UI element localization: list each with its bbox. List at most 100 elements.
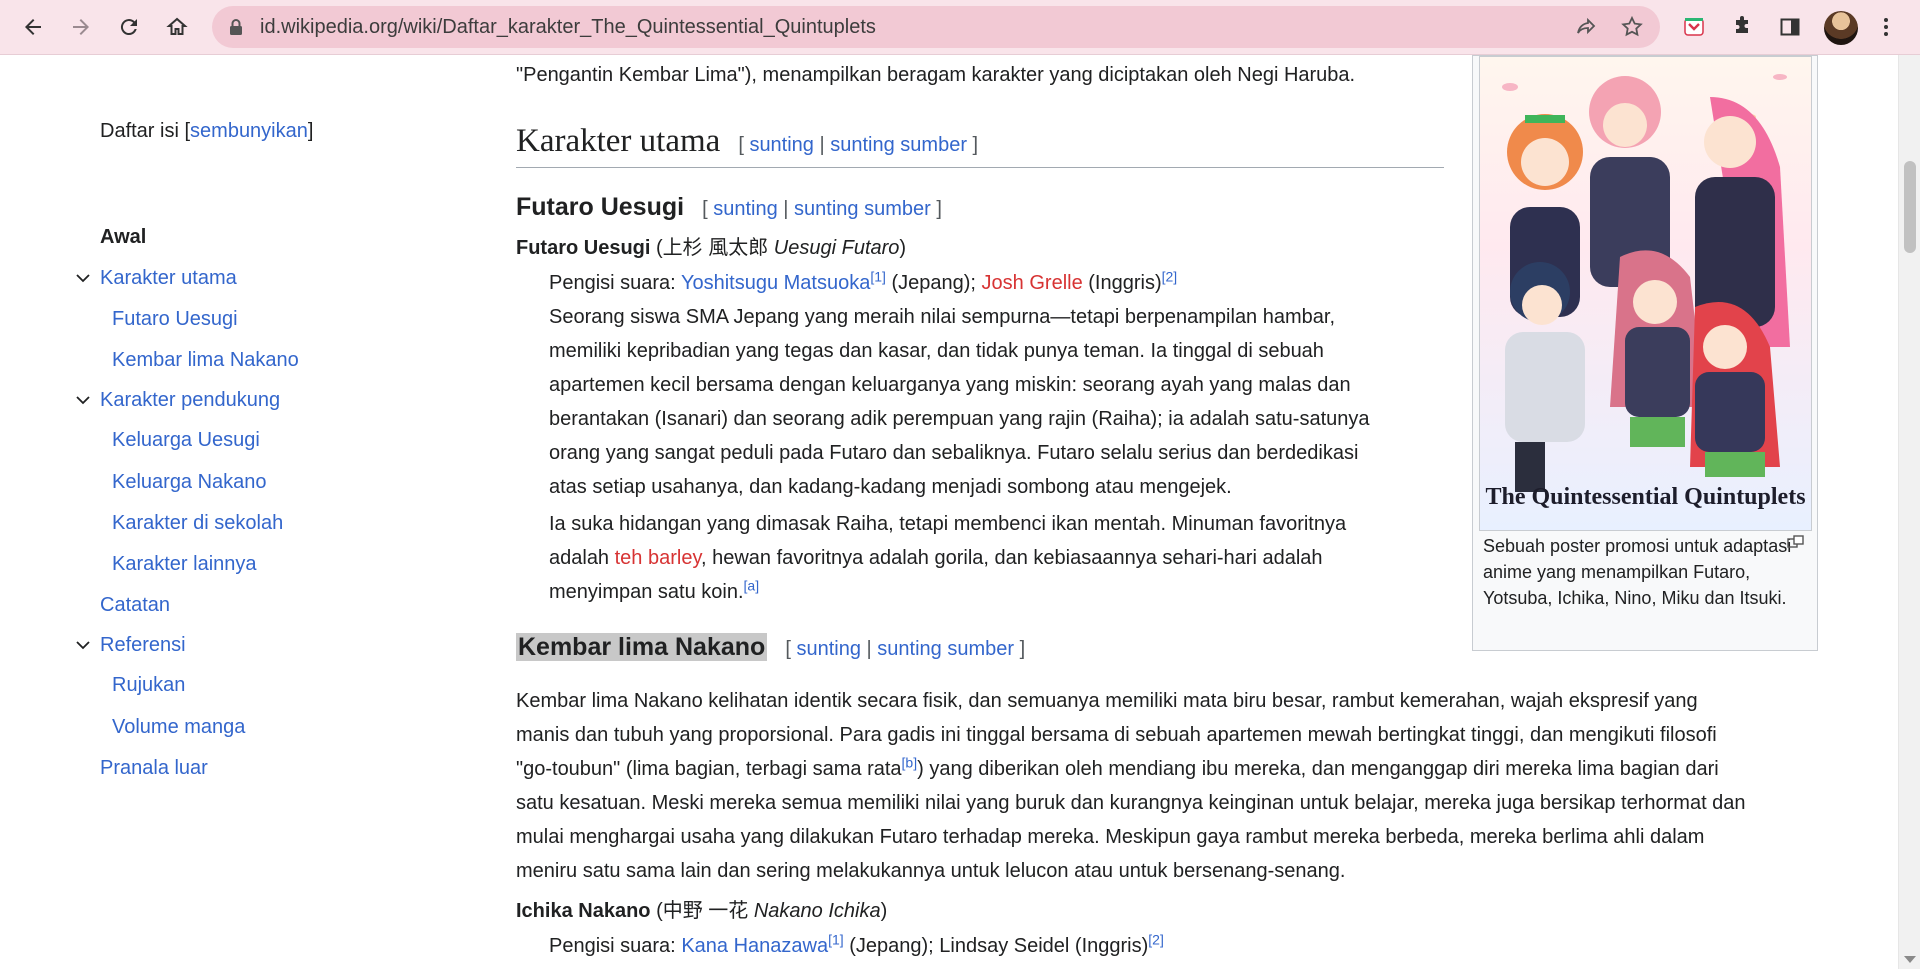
va-label: Pengisi suara:	[549, 272, 676, 294]
scroll-down-arrow-icon[interactable]	[1904, 956, 1916, 963]
text-line: berantakan (Isanari) dan seorang adik pe…	[549, 408, 1370, 430]
text-line: menyimpan satu koin.[a]	[549, 575, 1346, 609]
text-line: meniru satu sama lain dan sering melakuk…	[516, 860, 1346, 882]
share-icon[interactable]	[1574, 15, 1598, 39]
ref-link[interactable]: [1]	[870, 268, 886, 284]
kebab-menu-icon	[1884, 18, 1888, 36]
edit-link[interactable]: sunting	[713, 198, 778, 220]
toc-item-pranala-luar[interactable]: Pranala luar	[100, 757, 208, 780]
ref-link[interactable]: [2]	[1148, 931, 1164, 947]
home-icon	[166, 17, 188, 35]
teh-barley-link[interactable]: teh barley	[615, 547, 701, 569]
pocket-extension-icon	[1684, 18, 1704, 36]
toc-item-awal[interactable]: Awal	[100, 226, 146, 249]
section-title: Karakter utama	[516, 123, 721, 159]
reload-icon	[120, 19, 137, 36]
browser-toolbar: id.wikipedia.org/wiki/Daftar_karakter_Th…	[0, 0, 1920, 55]
va-jp-link[interactable]: Kana Hanazawa	[681, 935, 828, 957]
anime-poster-image[interactable]: The Quintessential Quintuplets	[1479, 56, 1812, 531]
text-span: "go-toubun" (lima bagian, terbagi sama r…	[516, 758, 902, 780]
toc-item-karakter-di-sekolah[interactable]: Karakter di sekolah	[112, 512, 283, 535]
profile-avatar[interactable]	[1824, 11, 1858, 45]
toc-item-catatan[interactable]: Catatan	[100, 594, 170, 617]
text-line: manis dan tubuh yang proporsional. Para …	[516, 724, 1717, 746]
va-jp-link[interactable]: Yoshitsugu Matsuoka	[681, 272, 870, 294]
toc-item-keluarga-nakano[interactable]: Keluarga Nakano	[112, 471, 267, 494]
nakano-description: Kembar lima Nakano kelihatan identik sec…	[516, 684, 1886, 888]
toc-header: Daftar isi [sembunyikan]	[100, 120, 314, 142]
text-span: menyimpan satu koin.	[549, 581, 744, 603]
reload-button[interactable]	[109, 7, 149, 47]
side-panel-button[interactable]	[1770, 7, 1810, 47]
side-panel-icon	[1780, 18, 1800, 36]
bookmark-star-icon[interactable]	[1620, 15, 1644, 39]
toc-item-karakter-utama[interactable]: Karakter utama	[100, 267, 237, 290]
toc-item-volume-manga[interactable]: Volume manga	[112, 716, 245, 739]
character-name: Futaro Uesugi	[516, 237, 651, 259]
toc-item-futaro-uesugi[interactable]: Futaro Uesugi	[112, 308, 238, 331]
note-link[interactable]: [b]	[902, 754, 918, 770]
toc-title: Daftar isi	[100, 120, 179, 142]
romaji-name: Uesugi Futaro	[773, 237, 900, 259]
toc-item-kembar-lima-nakano[interactable]: Kembar lima Nakano	[112, 349, 299, 372]
text-line: apartemen kecil bersama dengan keluargan…	[549, 374, 1351, 396]
chevron-down-icon[interactable]	[74, 391, 92, 409]
home-button[interactable]	[157, 7, 197, 47]
edit-section: [ sunting | sunting sumber ]	[785, 638, 1026, 660]
scrollbar-thumb[interactable]	[1904, 161, 1916, 253]
text-line: "go-toubun" (lima bagian, terbagi sama r…	[516, 752, 1886, 786]
text-line: atas setiap usahanya, dan kadang-kadang …	[549, 476, 1232, 498]
futaro-description: Seorang siswa SMA Jepang yang meraih nil…	[549, 300, 1370, 504]
toc-item-karakter-lainnya[interactable]: Karakter lainnya	[112, 553, 257, 576]
chevron-down-icon[interactable]	[74, 636, 92, 654]
text-span: (Jepang); Lindsay Seidel (Inggris)	[849, 935, 1149, 957]
wikipedia-page: Daftar isi [sembunyikan] Awal Karakter u…	[0, 55, 1898, 969]
browser-menu-button[interactable]	[1866, 7, 1906, 47]
text-line: orang yang sangat peduli pada Futaro dan…	[549, 442, 1359, 464]
edit-source-link[interactable]: sunting sumber	[877, 638, 1014, 660]
toc-hide-link[interactable]: sembunyikan	[190, 120, 308, 142]
subsection-title: Futaro Uesugi	[516, 193, 685, 221]
ref-link[interactable]: [1]	[828, 931, 844, 947]
futaro-description-2: Ia suka hidangan yang dimasak Raiha, tet…	[549, 507, 1346, 609]
image-thumbnail: The Quintessential Quintuplets Sebuah po…	[1472, 55, 1818, 651]
extension-pocket-button[interactable]	[1674, 7, 1714, 47]
edit-source-link[interactable]: sunting sumber	[830, 134, 967, 156]
va-en-link[interactable]: Josh Grelle	[982, 272, 1083, 294]
text-line: memiliki kepribadian yang tegas dan kasa…	[549, 340, 1324, 362]
intro-text-line: "Pengantin Kembar Lima"), menampilkan be…	[516, 64, 1356, 86]
note-link[interactable]: [a]	[744, 577, 760, 593]
text-line: mulai menghargai usaha yang dilakukan Fu…	[516, 826, 1705, 848]
section-heading-karakter-utama: Karakter utama [ sunting | sunting sumber…	[516, 123, 1444, 168]
back-button[interactable]	[13, 7, 53, 47]
edit-link[interactable]: sunting	[749, 134, 814, 156]
extensions-button[interactable]	[1722, 7, 1762, 47]
forward-arrow-icon	[73, 19, 89, 35]
text-line: satu kesatuan. Meski mereka semua memili…	[516, 792, 1746, 814]
kanji-name: 上杉 風太郎	[662, 237, 769, 259]
edit-link[interactable]: sunting	[796, 638, 861, 660]
voice-actor-line: Pengisi suara: Yoshitsugu Matsuoka[1] (J…	[549, 266, 1177, 300]
va-label: Pengisi suara:	[549, 935, 676, 957]
url-text: id.wikipedia.org/wiki/Daftar_karakter_Th…	[260, 16, 876, 38]
enlarge-icon[interactable]	[1787, 535, 1805, 549]
toc-item-referensi[interactable]: Referensi	[100, 634, 186, 657]
toc-item-keluarga-uesugi[interactable]: Keluarga Uesugi	[112, 429, 260, 452]
toc-item-karakter-pendukung[interactable]: Karakter pendukung	[100, 389, 280, 412]
character-term-ichika: Ichika Nakano (中野 一花 Nakano Ichika)	[516, 900, 888, 922]
voice-actor-line: Pengisi suara: Kana Hanazawa[1] (Jepang)…	[549, 929, 1164, 963]
lang-jp: (Jepang);	[891, 272, 976, 294]
toc-item-rujukan[interactable]: Rujukan	[112, 674, 185, 697]
romaji-name: Nakano Ichika	[753, 900, 881, 922]
lock-icon	[230, 19, 242, 35]
character-name: Ichika Nakano	[516, 900, 651, 922]
chevron-down-icon[interactable]	[74, 269, 92, 287]
text-line: adalah teh barley, hewan favoritnya adal…	[549, 541, 1346, 575]
address-bar[interactable]: id.wikipedia.org/wiki/Daftar_karakter_Th…	[212, 6, 1660, 48]
forward-button[interactable]	[61, 7, 101, 47]
vertical-scrollbar[interactable]	[1898, 55, 1920, 969]
ref-link[interactable]: [2]	[1162, 268, 1178, 284]
subsection-heading-nakano: Kembar lima Nakano [ sunting | sunting su…	[516, 633, 1025, 662]
edit-source-link[interactable]: sunting sumber	[794, 198, 931, 220]
text-span: , hewan favoritnya adalah gorila, dan ke…	[700, 547, 1323, 569]
